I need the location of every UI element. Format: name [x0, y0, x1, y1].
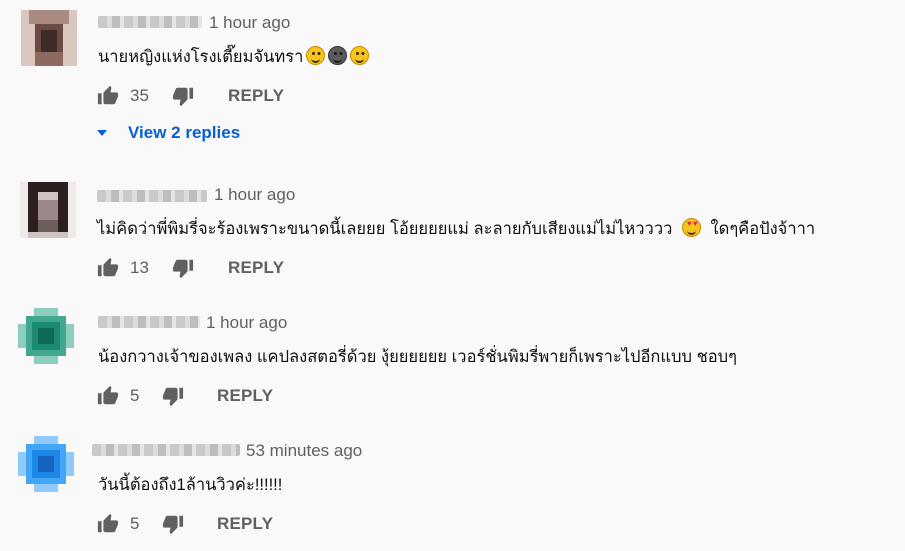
like-count: 5: [130, 514, 140, 533]
comment-text: วันนี้ต้องถึง1ล้านวิวค่ะ!!!!!!: [98, 476, 283, 494]
thumbs-down-icon[interactable]: [172, 85, 194, 107]
thumbs-up-icon[interactable]: [97, 513, 119, 535]
smiling-face-icon: [350, 46, 370, 65]
avatar[interactable]: [20, 182, 76, 238]
avatar[interactable]: [21, 10, 77, 66]
like-count: 35: [130, 86, 149, 105]
author-name[interactable]: [98, 16, 202, 28]
reply-button[interactable]: REPLY: [228, 258, 284, 278]
caret-down-icon[interactable]: [97, 130, 107, 136]
avatar[interactable]: [18, 308, 74, 364]
thumbs-down-icon[interactable]: [172, 257, 194, 279]
thumbs-down-icon[interactable]: [162, 385, 184, 407]
reply-button[interactable]: REPLY: [228, 86, 284, 106]
comment-text: น้องกวางเจ้าของเพลง แคปลงสตอรี่ด้วย งุ้ย…: [98, 348, 738, 366]
like-count: 5: [130, 386, 140, 405]
author-name[interactable]: [98, 316, 200, 328]
view-replies-button[interactable]: View 2 replies: [128, 123, 240, 143]
reply-button[interactable]: REPLY: [217, 386, 273, 406]
comment-timestamp[interactable]: 53 minutes ago: [246, 441, 362, 461]
thumbs-down-icon[interactable]: [162, 513, 184, 535]
avatar[interactable]: [18, 436, 74, 492]
dark-smiling-face-icon: [328, 46, 348, 65]
reply-button[interactable]: REPLY: [217, 514, 273, 534]
comment-timestamp[interactable]: 1 hour ago: [209, 13, 290, 33]
author-name[interactable]: [92, 444, 240, 456]
smiling-face-with-hearts-icon: [681, 218, 701, 237]
author-name[interactable]: [97, 190, 207, 202]
comment-text: นายหญิงแห่งโรงเตี๊ยมจันทรา: [98, 44, 370, 70]
comment-text: ไม่คิดว่าพี่พิมรี่จะร้องเพราะขนาดนี้เลยย…: [97, 216, 815, 242]
slightly-smiling-face-icon: [306, 46, 326, 65]
thumbs-up-icon[interactable]: [97, 257, 119, 279]
thumbs-up-icon[interactable]: [97, 85, 119, 107]
comment-timestamp[interactable]: 1 hour ago: [206, 313, 287, 333]
comment-timestamp[interactable]: 1 hour ago: [214, 185, 295, 205]
thumbs-up-icon[interactable]: [97, 385, 119, 407]
like-count: 13: [130, 258, 149, 277]
